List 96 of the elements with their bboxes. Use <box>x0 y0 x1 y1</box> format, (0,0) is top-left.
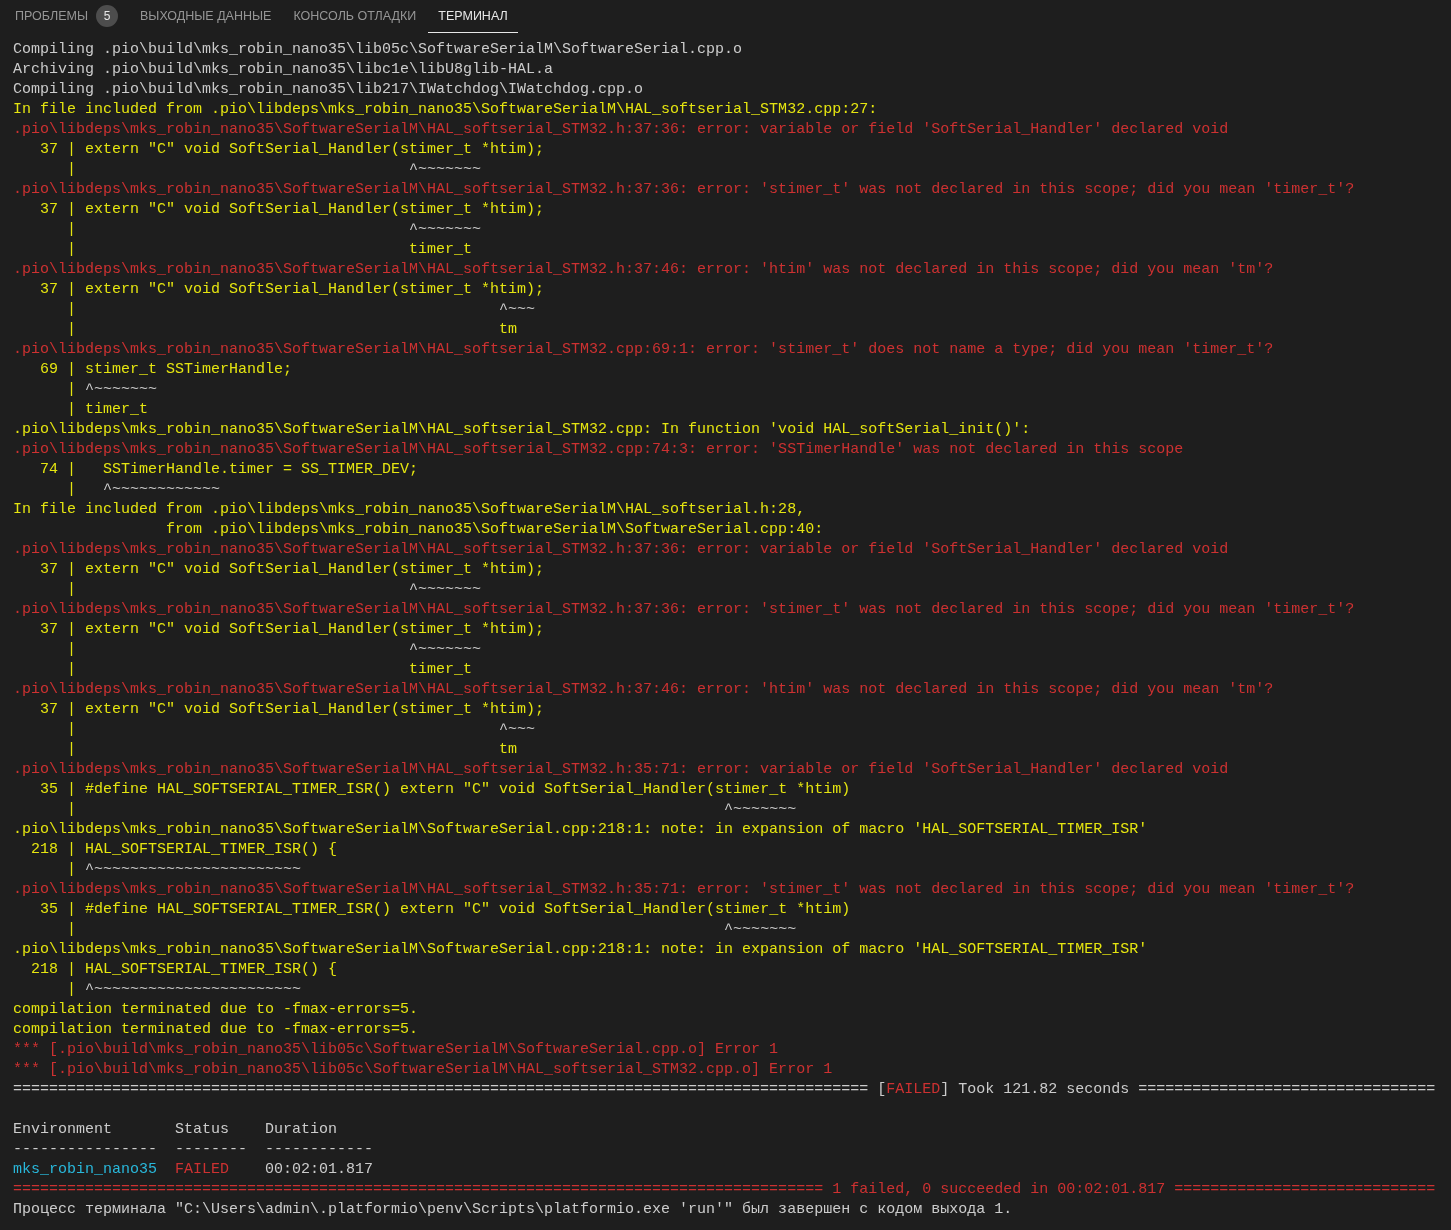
warning-text: tm <box>498 321 518 338</box>
line-number: | <box>66 401 77 418</box>
terminal-line: Archiving .pio\build\mks_robin_nano35\libc1e\libU8glib-HAL.a <box>13 61 554 78</box>
output-text: 00:02:01.817 <box>264 1161 374 1178</box>
warning-text: timer_t <box>408 241 473 258</box>
terminal-line: Compiling .pio\build\mks_robin_nano35\lib05c\SoftwareSerialM\SoftwareSerial.cpp.o <box>13 41 743 58</box>
line-number: | <box>66 921 77 938</box>
line-number: 37 | <box>39 621 77 638</box>
panel-tab[interactable]: КОНСОЛЬ ОТЛАДКИ <box>283 0 427 33</box>
line-number: | <box>66 801 77 818</box>
line-number: 74 | <box>39 461 77 478</box>
terminal-line: .pio\libdeps\mks_robin_nano35\SoftwareSerialM\HAL_softserial_STM32.h:37:46: error: 'htim' was not declared in this scope; did you mean 'tm'? <box>13 681 1274 698</box>
terminal-line: .pio\libdeps\mks_robin_nano35\SoftwareSerialM\HAL_softserial_STM32.h:37:36: error: 'stimer_t' was not declared in this scope; did you mean 'timer_t'? <box>13 601 1355 618</box>
warning-text: extern "C" void SoftSerial_Handler(stimer_t *htim); <box>85 621 545 638</box>
line-number: | <box>66 981 77 998</box>
error-text: FAILED <box>886 1081 941 1098</box>
terminal-line: .pio\libdeps\mks_robin_nano35\SoftwareSerialM\HAL_softserial_STM32.h:35:71: error: variable or field 'SoftSerial_Handler' declared void <box>13 761 1229 778</box>
caret-marker: ^~~~~~~~ <box>408 581 482 598</box>
line-number: 35 | <box>39 901 77 918</box>
warning-text: SSTimerHandle.timer = SS_TIMER_DEV; <box>102 461 419 478</box>
caret-marker: ^~~~~~~~~~~~~~~~~~~~~~~~ <box>85 981 302 998</box>
warning-text: timer_t <box>85 401 149 418</box>
line-number: | <box>66 481 77 498</box>
warning-text: HAL_SOFTSERIAL_TIMER_ISR() { <box>85 961 338 978</box>
line-number: | <box>66 741 77 758</box>
terminal-line: .pio\libdeps\mks_robin_nano35\SoftwareSerialM\HAL_softserial_STM32.h:37:36: error: 'stimer_t' was not declared in this scope; did you mean 'timer_t'? <box>13 181 1355 198</box>
output-text: =============================================================================================== [ <box>13 1081 887 1098</box>
terminal-line: In file included from .pio\libdeps\mks_robin_nano35\SoftwareSerialM\HAL_softserial.h:28, <box>13 501 806 518</box>
terminal-line: Процесс терминала "C:\Users\admin\.platformio\penv\Scripts\platformio.exe 'run'" был завершен с кодом выхода 1. <box>13 1201 1013 1218</box>
line-number: 37 | <box>39 141 77 158</box>
terminal-line: Compiling .pio\build\mks_robin_nano35\lib217\IWatchdog\IWatchdog.cpp.o <box>13 81 644 98</box>
panel-tab[interactable]: ВЫХОДНЫЕ ДАННЫЕ <box>130 0 282 33</box>
warning-text: stimer_t SSTimerHandle; <box>85 361 293 378</box>
line-number: 37 | <box>39 561 77 578</box>
terminal-line: .pio\libdeps\mks_robin_nano35\SoftwareSerialM\HAL_softserial_STM32.h:37:36: error: variable or field 'SoftSerial_Handler' declared void <box>13 121 1229 138</box>
line-number: | <box>66 641 77 658</box>
terminal-line: compilation terminated due to -fmax-errors=5. <box>13 1001 419 1018</box>
line-number: 218 | <box>30 841 77 858</box>
caret-marker: ^~~~~~~~ <box>723 921 797 938</box>
environment-name: mks_robin_nano35 <box>13 1161 158 1178</box>
warning-text: HAL_SOFTSERIAL_TIMER_ISR() { <box>85 841 338 858</box>
warning-text: extern "C" void SoftSerial_Handler(stimer_t *htim); <box>85 281 545 298</box>
line-number: 69 | <box>39 361 77 378</box>
caret-marker: ^~~~ <box>498 301 536 318</box>
warning-text: #define HAL_SOFTSERIAL_TIMER_ISR() extern "C" void SoftSerial_Handler(stimer_t *htim) <box>85 781 851 798</box>
line-number: | <box>66 381 77 398</box>
terminal-line: .pio\libdeps\mks_robin_nano35\SoftwareSerialM\HAL_softserial_STM32.cpp:69:1: error: 'stimer_t' does not name a type; did you mean 'timer_t'? <box>13 341 1274 358</box>
warning-text: extern "C" void SoftSerial_Handler(stimer_t *htim); <box>85 701 545 718</box>
warning-text: tm <box>498 741 518 758</box>
terminal-line: .pio\libdeps\mks_robin_nano35\SoftwareSerialM\HAL_softserial_STM32.h:37:36: error: variable or field 'SoftSerial_Handler' declared void <box>13 541 1229 558</box>
terminal-line: *** [.pio\build\mks_robin_nano35\lib05c\SoftwareSerialM\HAL_softserial_STM32.cpp.o] Error 1 <box>13 1061 833 1078</box>
terminal-line: .pio\libdeps\mks_robin_nano35\SoftwareSerialM\HAL_softserial_STM32.cpp:74:3: error: 'SSTimerHandle' was not declared in this scope <box>13 441 1184 458</box>
caret-marker: ^~~~~~~~ <box>408 161 482 178</box>
terminal-line: ========================================================================================== 1 failed, 0 succeeded in 00:02:01.817 ============================= <box>13 1181 1436 1198</box>
caret-marker: ^~~~~~~~ <box>408 221 482 238</box>
caret-marker: ^~~~~~~~~~~~~~~~~~~~~~~~ <box>85 861 302 878</box>
warning-text: extern "C" void SoftSerial_Handler(stimer_t *htim); <box>85 141 545 158</box>
line-number: | <box>66 161 77 178</box>
line-number: 37 | <box>39 701 77 718</box>
line-number: | <box>66 661 77 678</box>
terminal-line: .pio\libdeps\mks_robin_nano35\SoftwareSerialM\SoftwareSerial.cpp:218:1: note: in expansion of macro 'HAL_SOFTSERIAL_TIMER_ISR' <box>13 941 1148 958</box>
line-number: 35 | <box>39 781 77 798</box>
terminal-line: ---------------- -------- ------------ <box>13 1141 374 1158</box>
count-badge: 5 <box>96 5 118 27</box>
line-number: 37 | <box>39 201 77 218</box>
line-number: | <box>66 861 77 878</box>
warning-text: timer_t <box>408 661 473 678</box>
line-number: 37 | <box>39 281 77 298</box>
output-text: ] Took 121.82 seconds ================================= <box>940 1081 1436 1098</box>
line-number: | <box>66 721 77 738</box>
caret-marker: ^~~~~~~~ <box>408 641 482 658</box>
warning-text: extern "C" void SoftSerial_Handler(stimer_t *htim); <box>85 561 545 578</box>
terminal-line: .pio\libdeps\mks_robin_nano35\SoftwareSerialM\SoftwareSerial.cpp:218:1: note: in expansion of macro 'HAL_SOFTSERIAL_TIMER_ISR' <box>13 821 1148 838</box>
caret-marker: ^~~~~~~~ <box>85 381 158 398</box>
line-number: 218 | <box>30 961 77 978</box>
panel-tab[interactable]: ТЕРМИНАЛ <box>428 0 518 33</box>
line-number: | <box>66 581 77 598</box>
caret-marker: ^~~~~~~~ <box>723 801 797 818</box>
line-number: | <box>66 301 77 318</box>
warning-text: extern "C" void SoftSerial_Handler(stimer_t *htim); <box>85 201 545 218</box>
terminal-line: In file included from .pio\libdeps\mks_robin_nano35\SoftwareSerialM\HAL_softserial_STM32.cpp:27: <box>13 101 878 118</box>
caret-marker: ^~~~ <box>498 721 536 738</box>
error-text: FAILED <box>174 1161 230 1178</box>
terminal-line: Environment Status Duration <box>13 1121 338 1138</box>
terminal-line: .pio\libdeps\mks_robin_nano35\SoftwareSerialM\HAL_softserial_STM32.h:35:71: error: 'stimer_t' was not declared in this scope; did you mean 'timer_t'? <box>13 881 1355 898</box>
caret-marker: ^~~~~~~~~~~~~ <box>102 481 221 498</box>
line-number: | <box>66 241 77 258</box>
line-number: | <box>66 321 77 338</box>
terminal-line: .pio\libdeps\mks_robin_nano35\SoftwareSerialM\HAL_softserial_STM32.h:37:46: error: 'htim' was not declared in this scope; did you mean 'tm'? <box>13 261 1274 278</box>
terminal-line: compilation terminated due to -fmax-errors=5. <box>13 1021 419 1038</box>
terminal-line: from .pio\libdeps\mks_robin_nano35\SoftwareSerialM\SoftwareSerial.cpp:40: <box>165 521 824 538</box>
terminal-line: *** [.pio\build\mks_robin_nano35\lib05c\SoftwareSerialM\SoftwareSerial.cpp.o] Error 1 <box>13 1041 779 1058</box>
line-number: | <box>66 221 77 238</box>
terminal-line: .pio\libdeps\mks_robin_nano35\SoftwareSerialM\HAL_softserial_STM32.cpp: In function 'void HAL_softSerial_init()': <box>13 421 1031 438</box>
panel-tab[interactable]: ПРОБЛЕМЫ 5 <box>5 0 128 33</box>
warning-text: #define HAL_SOFTSERIAL_TIMER_ISR() extern "C" void SoftSerial_Handler(stimer_t *htim) <box>85 901 851 918</box>
